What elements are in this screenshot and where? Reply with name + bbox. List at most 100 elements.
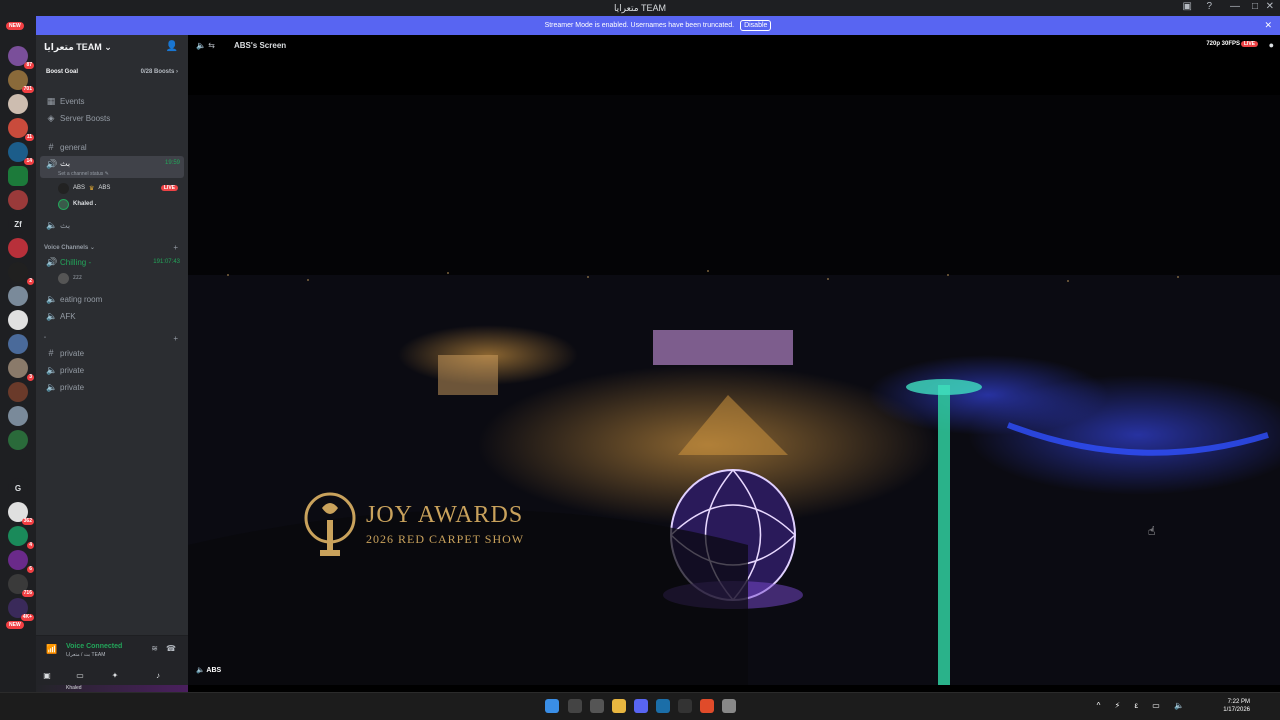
speaker-lock-icon: 🔈: [46, 381, 58, 392]
voice-user[interactable]: zzz: [58, 271, 184, 285]
camera-button[interactable]: ▣: [33, 668, 61, 684]
user-panel[interactable]: Khaled: [36, 685, 188, 692]
category-voice-channels[interactable]: Voice Channels ⌄: [44, 244, 95, 251]
server-icon[interactable]: 6: [8, 550, 34, 573]
window-titlebar: متعرايا TEAM ▣ ? — □ ✕: [0, 0, 1280, 16]
calendar-icon: ▦: [46, 95, 56, 106]
voice-channel-eating-room[interactable]: 🔈 eating room: [40, 291, 184, 307]
clock[interactable]: 7:22 PM 1/17/2026: [1223, 698, 1250, 714]
task-view-icon[interactable]: [590, 699, 604, 713]
share-screen-button[interactable]: ▭: [66, 668, 94, 684]
boost-goal-value: 0/28 Boosts ›: [140, 69, 178, 75]
clock-date: 1/17/2026: [1223, 707, 1250, 713]
speaker-icon: 🔊: [46, 159, 58, 169]
voice-channel-afk[interactable]: 🔈 AFK: [40, 308, 184, 324]
stream-channel-name: ABS's Screen: [234, 41, 287, 50]
soundboard-button[interactable]: ♪: [144, 668, 172, 684]
channel-sidebar: متعرايا TEAM ⌄ 👤 Boost Goal 0/28 Boosts …: [36, 35, 188, 692]
channel-general[interactable]: # general: [40, 139, 184, 155]
maximize-icon[interactable]: □: [1252, 1, 1258, 12]
file-explorer-icon[interactable]: [612, 699, 626, 713]
search-icon[interactable]: [568, 699, 582, 713]
add-channel-icon[interactable]: +: [173, 334, 178, 343]
add-member-icon[interactable]: 👤: [166, 41, 178, 52]
server-icon[interactable]: [8, 406, 28, 426]
stream-video: [188, 95, 1280, 685]
disconnect-icon[interactable]: ☎: [166, 644, 176, 653]
voice-channel-chilling[interactable]: 🔊 Chilling - 191:07:43: [40, 254, 184, 270]
channel-private[interactable]: # private: [40, 345, 184, 361]
server-icon[interactable]: 701: [8, 70, 34, 93]
boost-goal-label: Boost Goal: [46, 69, 79, 75]
system-tray-icons[interactable]: ^ ⚡ ε ▭ 🔈: [1097, 701, 1190, 710]
voice-location: بث / متعرايا TEAM: [66, 652, 106, 658]
signal-icon[interactable]: 📶: [46, 644, 57, 655]
minimize-icon[interactable]: —: [1230, 1, 1240, 12]
clock-time: 7:22 PM: [1227, 699, 1250, 705]
new-badge: NEW: [6, 621, 24, 629]
server-icon[interactable]: [8, 286, 28, 306]
server-icon[interactable]: 716: [8, 574, 34, 597]
stream-view[interactable]: 🔈 ⇆ ABS's Screen 720p 30FPS LIVE ● JOY A…: [188, 35, 1280, 692]
brave-icon[interactable]: [700, 699, 714, 713]
server-icon[interactable]: 11: [8, 118, 34, 141]
server-letter-g[interactable]: G: [8, 478, 28, 498]
windows-taskbar: ^ ⚡ ε ▭ 🔈 7:22 PM 1/17/2026: [0, 692, 1280, 720]
close-icon[interactable]: ✕: [1266, 1, 1274, 12]
server-icon[interactable]: 362: [8, 502, 34, 525]
server-icon[interactable]: [8, 382, 28, 402]
server-name[interactable]: متعرايا TEAM ⌄: [44, 42, 112, 53]
new-badge: NEW: [6, 22, 24, 30]
server-icon[interactable]: [8, 310, 28, 330]
channel-server-boosts[interactable]: ◈ Server Boosts: [40, 110, 184, 126]
server-icon[interactable]: [8, 166, 28, 186]
channel-events[interactable]: ▦ Events: [40, 93, 184, 109]
server-icon[interactable]: [8, 238, 28, 258]
voice-user[interactable]: Khaled .: [58, 197, 184, 211]
server-icon[interactable]: 4K+: [8, 598, 34, 621]
steam-icon[interactable]: [656, 699, 670, 713]
inbox-icon[interactable]: ▣: [1183, 1, 1192, 12]
boost-icon: ◈: [47, 112, 55, 123]
voice-timer: 191:07:43: [153, 259, 180, 265]
hash-icon: #: [48, 142, 54, 152]
avatar: [58, 198, 69, 210]
disable-button[interactable]: Disable: [740, 20, 772, 31]
server-icon[interactable]: 4: [8, 526, 34, 549]
streamer-label: 🔈 ABS: [196, 667, 222, 674]
noise-suppression-icon[interactable]: ≋: [151, 644, 158, 653]
voice-connected-panel: 📶 Voice Connected بث / متعرايا TEAM ≋ ☎ …: [36, 635, 188, 692]
server-icon[interactable]: 3: [8, 358, 34, 381]
discord-icon[interactable]: [634, 699, 648, 713]
live-badge: LIVE: [160, 185, 178, 191]
voice-connected-status[interactable]: Voice Connected: [66, 643, 122, 650]
server-icon[interactable]: 2: [8, 262, 34, 285]
start-icon[interactable]: [545, 699, 559, 713]
activities-button[interactable]: ✦: [101, 668, 129, 684]
chat-icon[interactable]: ●: [1269, 40, 1274, 50]
voice-channel-private[interactable]: 🔈 private: [40, 362, 184, 378]
channel-status-hint[interactable]: Set a channel status ✎: [58, 171, 109, 177]
server-icon[interactable]: 87: [8, 46, 34, 69]
server-letter-zf[interactable]: Zf: [8, 214, 28, 234]
joy-awards-overlay: JOY AWARDS 2026 RED CARPET SHOW: [300, 490, 540, 570]
category-dash[interactable]: -: [44, 335, 46, 341]
server-icon[interactable]: [8, 334, 28, 354]
boost-goal[interactable]: Boost Goal 0/28 Boosts ›: [40, 63, 184, 81]
app-icon[interactable]: [678, 699, 692, 713]
server-icon[interactable]: [8, 190, 28, 210]
chrome-icon[interactable]: [722, 699, 736, 713]
close-banner-icon[interactable]: ✕: [1264, 20, 1272, 31]
voice-channel[interactable]: 🔈 بث: [40, 217, 184, 233]
add-channel-icon[interactable]: +: [173, 243, 178, 252]
help-icon[interactable]: ?: [1206, 1, 1212, 12]
server-icon[interactable]: [8, 94, 28, 114]
voice-channel-private[interactable]: 🔈 private: [40, 379, 184, 395]
server-icon[interactable]: 14: [8, 142, 34, 165]
streamer-mode-banner: Streamer Mode is enabled. Usernames have…: [36, 16, 1280, 35]
voice-user[interactable]: ABS ♛ ABS LIVE: [58, 181, 184, 195]
server-icon[interactable]: [8, 430, 28, 450]
hash-icon: #: [48, 348, 54, 358]
volume-icon[interactable]: 🔈 ⇆: [196, 41, 215, 50]
overlay-title: JOY AWARDS: [366, 502, 524, 528]
